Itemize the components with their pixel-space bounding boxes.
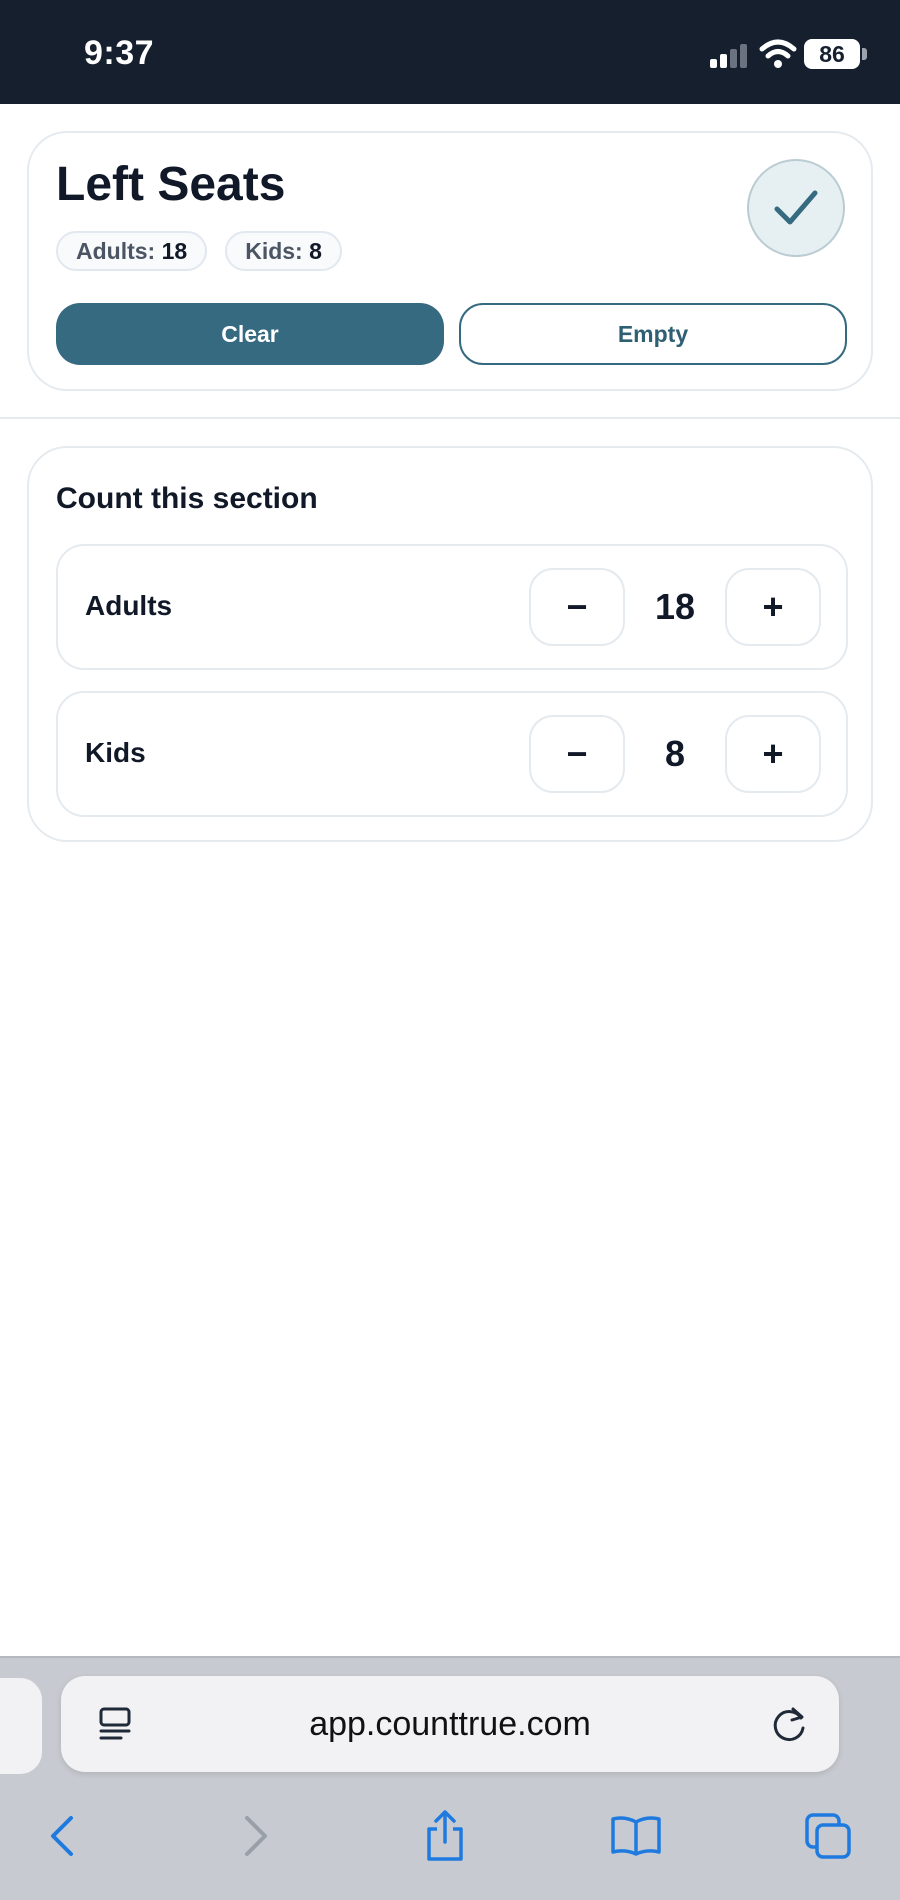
clear-button[interactable]: Clear — [56, 303, 444, 365]
reader-icon[interactable] — [97, 1706, 133, 1742]
battery-tip — [862, 48, 867, 60]
url-text[interactable]: app.counttrue.com — [61, 1676, 839, 1772]
adults-chip: Adults: 18 — [56, 231, 208, 271]
mark-done-button[interactable] — [747, 159, 845, 257]
adults-counter-row: Adults − 18 + — [56, 544, 848, 670]
reload-icon[interactable] — [771, 1704, 809, 1744]
forward-arrow-icon — [245, 1816, 267, 1856]
checkmark-icon — [774, 190, 818, 225]
wifi-icon — [759, 39, 797, 68]
signal-icon — [710, 44, 750, 68]
adults-chip-value: 18 — [161, 238, 188, 264]
kids-counter-row: Kids − 8 + — [56, 691, 848, 817]
tabs-overview-icon — [805, 1813, 851, 1859]
forward-icon[interactable] — [228, 1808, 284, 1864]
page-title: Left Seats — [56, 158, 286, 211]
battery-icon: 86 — [804, 39, 860, 69]
kids-decrement-button[interactable]: − — [529, 715, 625, 793]
status-bar: 9:37 86 — [0, 0, 900, 104]
adults-counter-label: Adults — [85, 590, 173, 621]
back-icon[interactable] — [34, 1808, 90, 1864]
browser-toolbar: app.counttrue.com — [0, 1656, 900, 1900]
adults-count-value: 18 — [654, 586, 696, 627]
address-bar[interactable]: app.counttrue.com — [61, 1676, 839, 1772]
kids-chip: Kids: 8 — [225, 231, 342, 271]
section-header-card: Left Seats Adults: 18 Kids: 8 Clear Empt… — [27, 131, 873, 391]
book-icon — [611, 1816, 661, 1856]
adults-decrement-button[interactable]: − — [529, 568, 625, 646]
adults-chip-label: Adults: — [76, 238, 156, 264]
share-glyph-icon — [427, 1810, 463, 1861]
count-chips: Adults: 18 Kids: 8 — [56, 231, 342, 271]
back-arrow-icon — [51, 1816, 73, 1856]
divider — [0, 417, 900, 419]
count-section-card: Count this section Adults − 18 + Kids − … — [27, 446, 873, 842]
previous-tab-preview[interactable] — [0, 1678, 42, 1774]
kids-chip-label: Kids: — [245, 238, 303, 264]
adults-increment-button[interactable]: + — [725, 568, 821, 646]
share-icon[interactable] — [417, 1808, 473, 1864]
kids-counter-label: Kids — [85, 737, 146, 768]
kids-chip-value: 8 — [309, 238, 322, 264]
status-time: 9:37 — [84, 34, 155, 72]
kids-count-value: 8 — [664, 733, 686, 774]
count-section-heading: Count this section — [56, 482, 318, 515]
bookmarks-icon[interactable] — [608, 1808, 664, 1864]
tabs-icon[interactable] — [800, 1808, 856, 1864]
empty-button[interactable]: Empty — [459, 303, 847, 365]
kids-increment-button[interactable]: + — [725, 715, 821, 793]
